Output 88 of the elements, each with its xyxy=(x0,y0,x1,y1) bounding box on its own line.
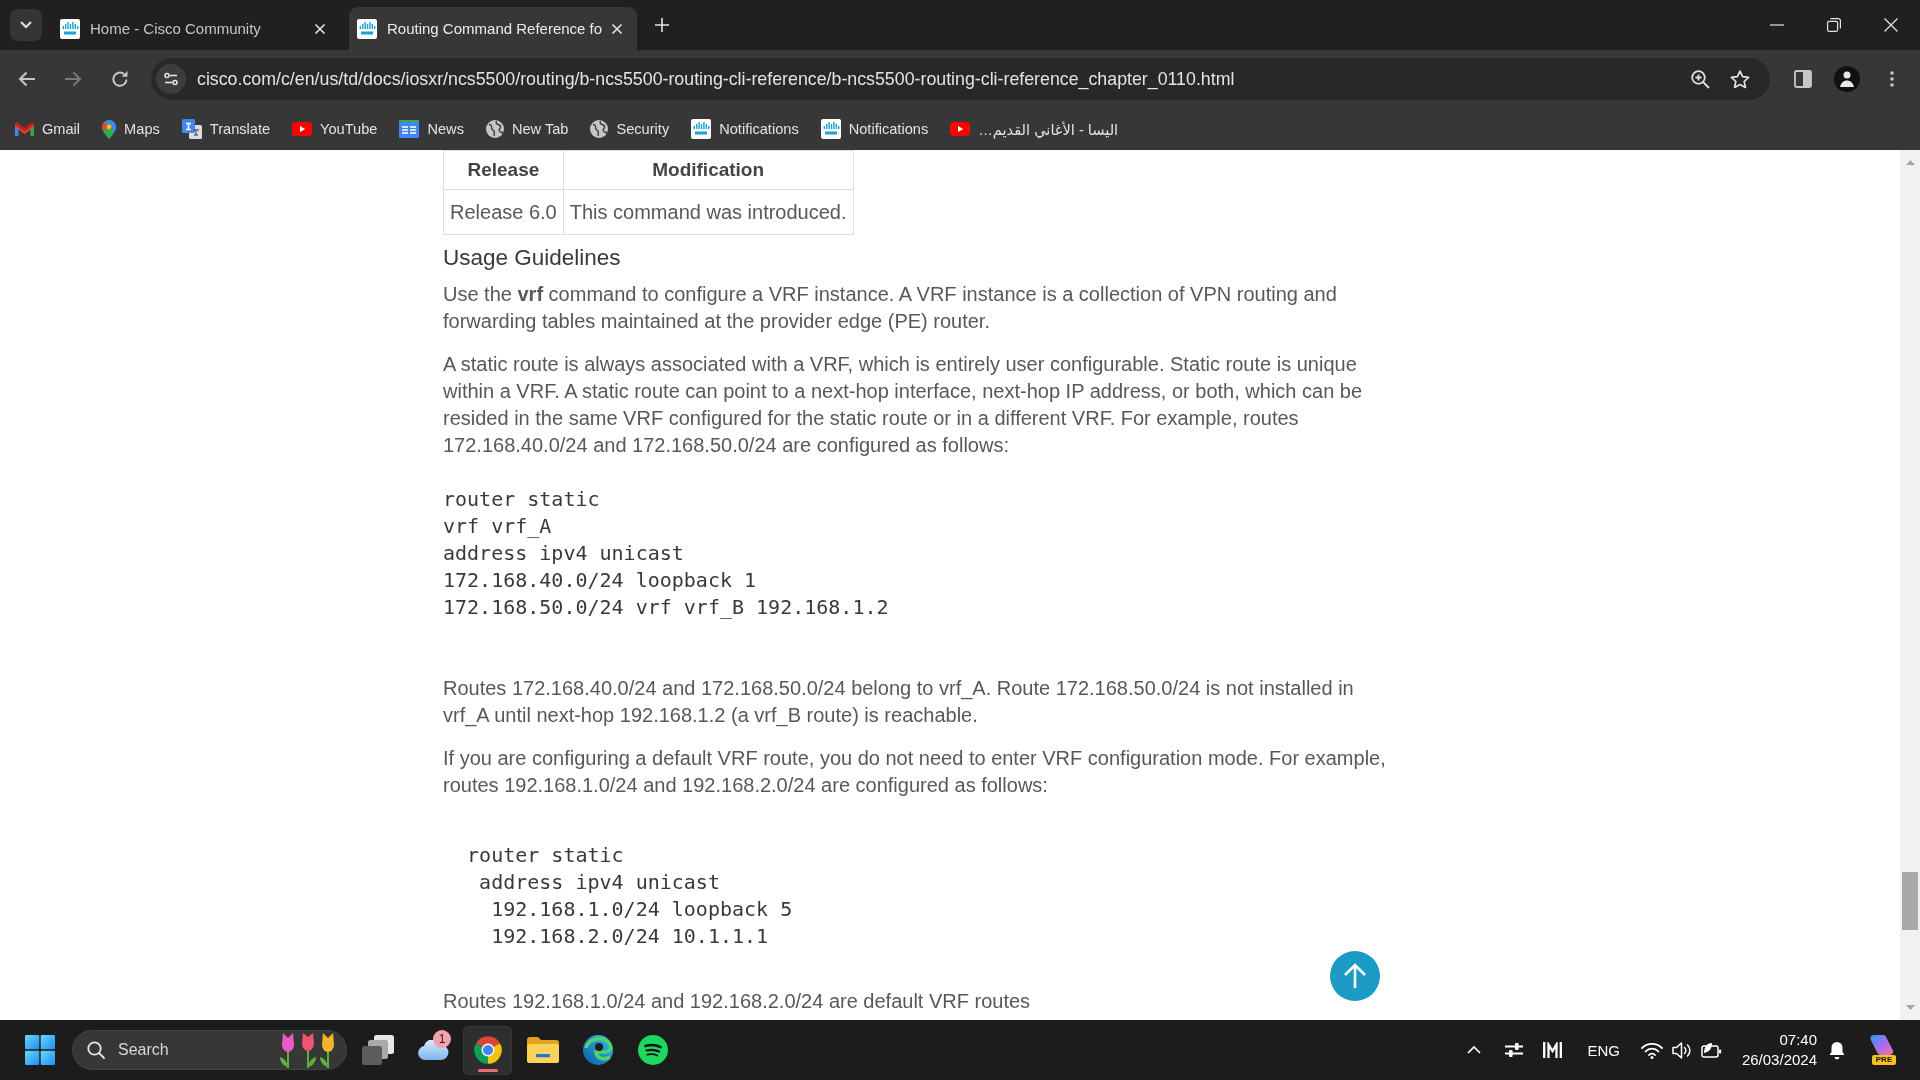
bookmark-item[interactable]: Notifications xyxy=(812,114,937,144)
overlapping-squares-icon xyxy=(361,1035,394,1065)
caret-down-icon xyxy=(20,21,32,29)
address-field[interactable]: cisco.com/c/en/us/td/docs/iosxr/ncs5500/routing/b-ncs5500-routing-cli-reference/b-ncs5500-routing-cli-reference_chapter_0110.html xyxy=(151,58,1770,100)
code-line: vrf vrf_A xyxy=(443,513,552,540)
paragraph: Routes 192.168.1.0/24 and 192.168.2.0/24 are default VRF routes xyxy=(443,989,1032,1014)
circle-arcs-icon xyxy=(637,1035,668,1065)
wifi-icon[interactable] xyxy=(1640,1041,1663,1059)
paragraph: If you are configuring a default VRF route, you do not need to enter VRF configuration mode. For example, routes 192.168.1.0/24 and 192.168.2.0/24 are configured as follows: xyxy=(443,746,1387,798)
section-heading: Usage Guidelines xyxy=(443,244,622,271)
star-icon[interactable] xyxy=(1730,69,1750,89)
paragraph: Use the vrf command to configure a VRF instance. A VRF instance is a collection of VPN routing and forwarding tables maintained at the provider edge (PE) router. xyxy=(443,282,1338,334)
preview-tag: PRE xyxy=(1872,1055,1896,1065)
battery-icon[interactable] xyxy=(1700,1041,1722,1059)
bell-icon[interactable] xyxy=(1828,1040,1846,1060)
reload-icon[interactable] xyxy=(111,70,129,88)
code-line: address ipv4 unicast xyxy=(478,869,720,896)
bookmark-item[interactable]: YouTube xyxy=(284,114,386,144)
folder-icon xyxy=(526,1037,559,1063)
site-logo-icon xyxy=(357,18,377,39)
code-line: 192.168.2.0/24 10.1.1.1 xyxy=(490,923,769,950)
site-logo-icon xyxy=(60,18,80,39)
four-squares-icon[interactable] xyxy=(25,1035,55,1065)
bookmark-item[interactable]: Maps xyxy=(94,114,168,144)
code-line: router static xyxy=(466,842,624,869)
newspaper-icon xyxy=(399,120,420,138)
avatar-icon[interactable] xyxy=(1834,66,1860,92)
tricolor-circle-icon xyxy=(472,1035,503,1065)
paragraph: A static route is always associated with a VRF, which is entirely user configurable. Static route is unique within a VRF. A static route can point to a next-hop interface, next-hop IP address, or both, which can be resided in the same VRF configured for the static route or in a different VRF. For example, routes 172.168.40.0/24 and 172.168.50.0/24 are configured as follows: xyxy=(443,352,1364,458)
arrow-up-icon xyxy=(1343,963,1367,989)
column-header: Modification xyxy=(563,150,854,190)
close-icon[interactable] xyxy=(314,22,326,35)
wave-circle-icon xyxy=(582,1035,613,1065)
globe-icon xyxy=(485,120,504,138)
globe-icon xyxy=(590,120,609,138)
browser-tab[interactable]: Routing Command Reference fo xyxy=(349,7,637,50)
search-bar[interactable]: Search xyxy=(72,1030,347,1070)
browser-tab[interactable]: Home - Cisco Community xyxy=(52,7,340,50)
site-logo-icon xyxy=(820,119,841,139)
notification-badge: 1 xyxy=(433,1029,451,1048)
bookmark-item[interactable]: Security xyxy=(582,114,678,144)
bookmark-item[interactable]: Translate xyxy=(173,114,279,144)
taskbar-button[interactable]: 1 xyxy=(408,1025,457,1075)
back-icon[interactable] xyxy=(18,70,36,88)
paragraph: Routes 172.168.40.0/24 and 172.168.50.0/24 belong to vrf_A. Route 172.168.50.0/24 is not installed in vrf_A until next-hop 192.168.1.2 (a vrf_B route) is reachable. xyxy=(443,676,1355,729)
bookmark-item[interactable]: New Tab xyxy=(477,114,577,144)
map-pin-icon xyxy=(102,119,117,139)
back-to-top-button[interactable] xyxy=(1330,951,1380,1001)
bars-logo-icon[interactable] xyxy=(1543,1042,1563,1058)
column-header: Release xyxy=(443,150,564,190)
search-icon xyxy=(87,1041,105,1059)
menu-icon[interactable] xyxy=(1890,71,1894,87)
bookmark-item[interactable]: News xyxy=(391,114,472,144)
site-logo-icon xyxy=(691,119,712,139)
taskbar-button[interactable] xyxy=(463,1025,512,1075)
url-text: cisco.com/c/en/us/td/docs/iosxr/ncs5500/routing/b-ncs5500-routing-cli-reference/b-ncs5500-routing-cli-reference_chapter_0110.html xyxy=(197,68,1236,90)
new-tab-icon[interactable] xyxy=(655,18,669,32)
restore-icon[interactable] xyxy=(1827,18,1841,32)
chevron-up-icon[interactable] xyxy=(1467,1046,1482,1054)
code-line: 172.168.50.0/24 vrf vrf_B 192.168.1.2 xyxy=(443,594,889,621)
code-line: 172.168.40.0/24 loopback 1 xyxy=(443,567,757,594)
code-line: router static xyxy=(443,486,600,513)
table-cell: This command was introduced. xyxy=(563,189,854,235)
clock-time[interactable]: 07:40 xyxy=(1779,1030,1817,1050)
bookmark-item[interactable]: اليسا - الأغاني القديم… xyxy=(942,114,1127,144)
scrollbar-thumb[interactable] xyxy=(1902,872,1918,930)
code-line: 192.168.1.0/24 loopback 5 xyxy=(490,896,793,923)
table-cell: Release 6.0 xyxy=(443,189,564,235)
zoom-in-icon[interactable] xyxy=(1691,69,1710,89)
language-indicator[interactable]: ENG xyxy=(1587,1041,1620,1059)
site-settings-icon[interactable] xyxy=(156,64,186,94)
play-icon xyxy=(950,122,971,136)
sliders-icon[interactable] xyxy=(1505,1043,1524,1057)
clock-date[interactable]: 26/03/2024 xyxy=(1741,1050,1817,1070)
scrollbar[interactable] xyxy=(1900,150,1920,1020)
close-icon[interactable] xyxy=(611,22,623,35)
close-icon[interactable] xyxy=(1884,18,1898,32)
mail-icon xyxy=(15,122,34,136)
translate-icon xyxy=(181,119,202,139)
side-panel-icon[interactable] xyxy=(1794,70,1812,88)
play-icon xyxy=(292,122,313,136)
bookmark-item[interactable]: Notifications xyxy=(683,114,807,144)
tab-search-button[interactable] xyxy=(10,9,42,41)
search-input[interactable]: Search xyxy=(118,1041,265,1059)
bookmark-item[interactable]: Gmail xyxy=(7,114,89,144)
active-indicator xyxy=(478,1068,498,1072)
code-line: address ipv4 unicast xyxy=(443,540,684,567)
speaker-icon[interactable] xyxy=(1671,1041,1692,1059)
